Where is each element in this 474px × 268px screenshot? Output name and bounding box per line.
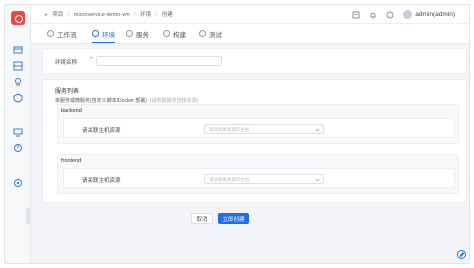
tab-workflow[interactable]: 工作流	[47, 29, 77, 43]
tab-environment[interactable]: 环境	[92, 29, 115, 43]
environment-name-card: 环境名称 *	[42, 48, 467, 74]
sidebar	[5, 5, 31, 263]
breadcrumb-separator: /	[155, 12, 158, 18]
breadcrumb-separator: /	[67, 12, 70, 18]
header-actions: admin(admin)	[352, 9, 455, 20]
chevron-down-icon	[315, 177, 320, 182]
chevron-down-icon	[315, 127, 320, 132]
monitor-icon[interactable]	[13, 127, 23, 137]
environment-name-input[interactable]	[96, 56, 222, 66]
host-resource-row: 请关联主机资源 请选择要关联的主机	[63, 168, 455, 188]
tab-label: 服务	[136, 32, 149, 39]
breadcrumb-item-env[interactable]: 环境	[140, 10, 151, 18]
breadcrumb: ▸ 项目 / microservice-demo-vm / 环境 / 创建	[45, 10, 176, 18]
host-resource-label: 请关联主机资源	[82, 178, 121, 184]
service-icon	[126, 29, 133, 37]
package-icon[interactable]	[13, 61, 23, 71]
avatar	[403, 10, 413, 19]
tab-build[interactable]: 构建	[163, 29, 186, 43]
top-bar: ▸ 项目 / microservice-demo-vm / 环境 / 创建 ad…	[31, 5, 469, 24]
chevron-right-icon: ▸	[45, 12, 48, 18]
cancel-button[interactable]: 取消	[191, 213, 213, 224]
host-resource-placeholder: 请选择要关联的主机	[209, 177, 250, 182]
service-block-backend: backend 请关联主机资源 请选择要关联的主机	[57, 104, 459, 144]
required-mark: *	[90, 57, 93, 63]
host-resource-select[interactable]: 请选择要关联的主机	[204, 174, 324, 184]
settings-icon[interactable]	[13, 178, 23, 188]
service-type-line: 单服务或微服务(自定义脚本/Docker 部署) (请依据服务选择资源)	[55, 97, 198, 104]
tab-label: 测试	[209, 32, 222, 39]
host-resource-row: 请关联主机资源 请选择要关联的主机	[63, 118, 455, 138]
breadcrumb-item-create: 创建	[161, 12, 173, 18]
breadcrumb-separator: /	[134, 12, 136, 18]
service-list-title: 服务列表	[55, 89, 80, 95]
test-icon	[199, 29, 206, 37]
host-resource-placeholder: 请选择要关联的主机	[209, 127, 250, 132]
breadcrumb-item-repo[interactable]: microservice-demo-vm	[74, 12, 130, 18]
service-list-card: 服务列表 单服务或微服务(自定义脚本/Docker 部署) (请依据服务选择资源)…	[42, 79, 467, 203]
tab-label: 构建	[173, 32, 186, 39]
user-menu[interactable]: admin(admin)	[403, 10, 455, 19]
document-icon[interactable]	[352, 11, 360, 19]
host-resource-label: 请关联主机资源	[82, 128, 121, 134]
environment-icon	[92, 29, 99, 37]
app-window: ▸ 项目 / microservice-demo-vm / 环境 / 创建 ad…	[4, 4, 470, 264]
environment-name-label: 环境名称	[55, 60, 78, 66]
service-block-frontend: frontend 请关联主机资源 请选择要关联的主机	[57, 154, 459, 194]
logo-icon[interactable]	[11, 11, 25, 25]
workflow-icon	[47, 29, 54, 37]
chart-icon[interactable]	[13, 143, 23, 153]
rocket-icon[interactable]	[13, 77, 23, 87]
breadcrumb-item-project[interactable]: 项目	[52, 10, 63, 18]
project-icon[interactable]	[13, 45, 23, 55]
user-name: admin(admin)	[415, 11, 455, 18]
service-name: backend	[61, 108, 82, 114]
tab-label: 工作流	[57, 32, 77, 39]
security-icon[interactable]	[13, 93, 23, 103]
bell-icon[interactable]	[369, 11, 377, 19]
build-icon	[163, 29, 170, 37]
service-name: frontend	[61, 158, 82, 164]
create-button[interactable]: 立即创建	[218, 213, 249, 224]
edit-icon[interactable]	[457, 250, 466, 259]
sidebar-collapse-handle[interactable]	[26, 208, 31, 224]
host-resource-select[interactable]: 请选择要关联的主机	[204, 124, 324, 134]
tab-service[interactable]: 服务	[126, 29, 149, 43]
tab-label: 环境	[102, 32, 115, 39]
help-icon[interactable]	[386, 11, 394, 19]
tab-test[interactable]: 测试	[199, 29, 222, 43]
tab-bar: 工作流 环境 服务 构建 测试	[31, 24, 469, 44]
